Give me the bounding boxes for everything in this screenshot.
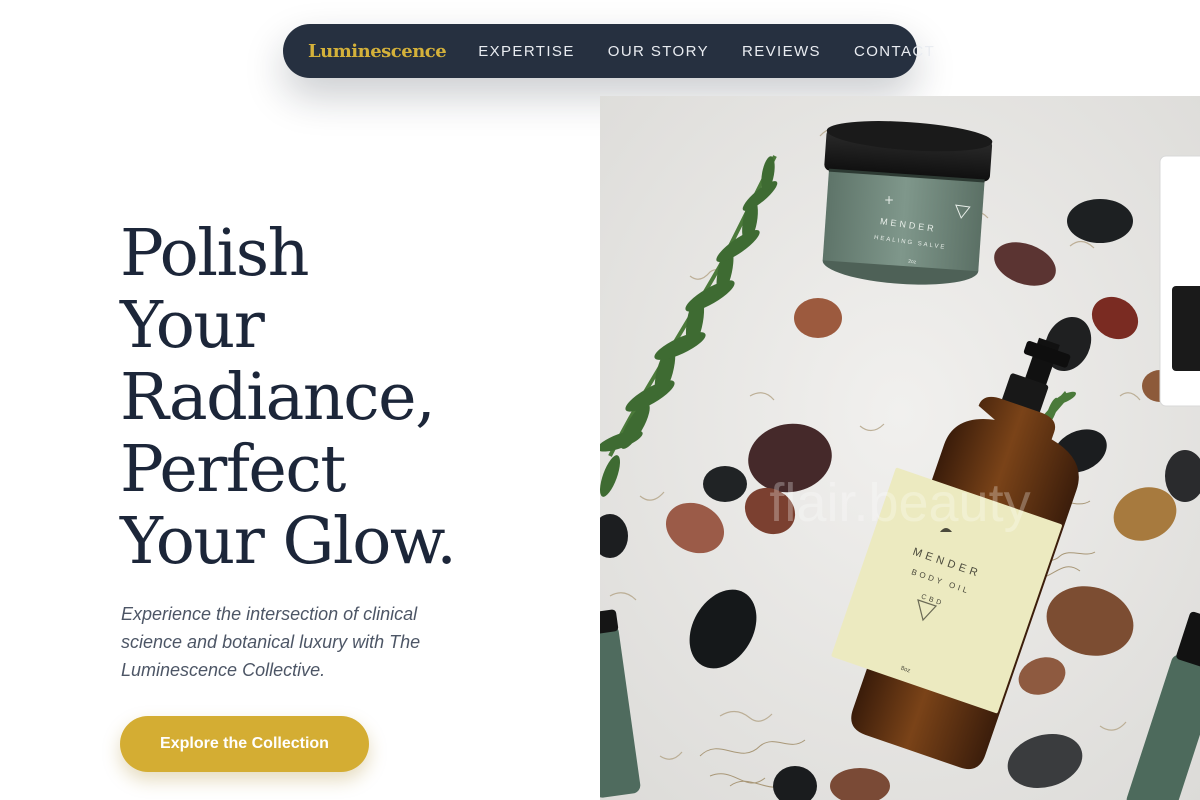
brand-logo[interactable]: Luminescence — [308, 41, 447, 62]
hero-subtitle: Experience the intersection of clinical … — [121, 604, 421, 680]
nav-link-contact[interactable]: CONTACT — [854, 43, 935, 60]
headline-line: Polish — [120, 216, 310, 291]
hero-product-image: MENDER HEALING SALVE 2oz + MENDER BODY O… — [600, 96, 1200, 800]
headline-line: Perfect — [120, 432, 346, 507]
nav-link-reviews[interactable]: REVIEWS — [742, 43, 821, 60]
headline-line: Radiance, — [120, 360, 436, 435]
nav-links: EXPERTISE OUR STORY REVIEWS CONTACT — [478, 43, 935, 60]
nav-link-expertise[interactable]: EXPERTISE — [478, 43, 575, 60]
headline-line: Your Glow. — [120, 504, 457, 579]
jar-cross-icon: + — [884, 193, 894, 207]
main-nav: Luminescence EXPERTISE OUR STORY REVIEWS… — [283, 24, 934, 78]
hero-headline: Polish Your Radiance, Perfect Your Glow. — [120, 218, 590, 578]
headline-line: Your — [120, 288, 265, 363]
watermark-text: flair.beauty — [769, 473, 1030, 533]
explore-collection-button[interactable]: Explore the Collection — [120, 716, 369, 772]
nav-link-our-story[interactable]: OUR STORY — [608, 43, 709, 60]
jar-size-text: 2oz — [908, 258, 917, 265]
